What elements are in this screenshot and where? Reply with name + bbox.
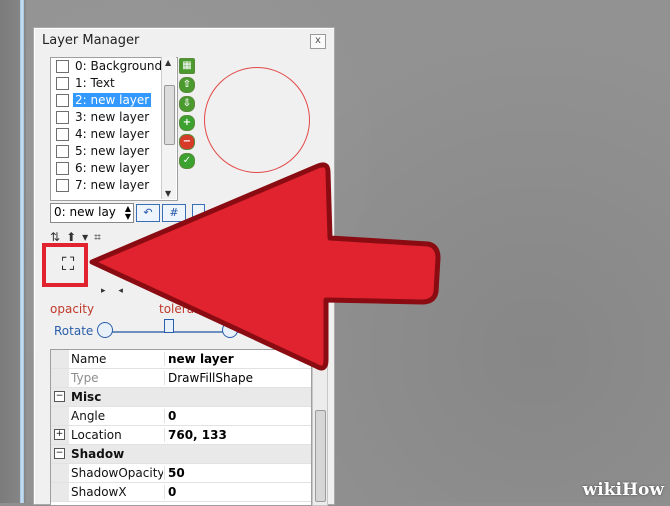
property-name: ShadowOpacity xyxy=(71,466,163,480)
wikihow-watermark: wikiHow xyxy=(582,480,664,500)
layer-row[interactable]: 2: new layer xyxy=(51,92,177,109)
rotate-ccw-button[interactable] xyxy=(97,322,113,338)
arrow-up-green-icon[interactable]: ⇧ xyxy=(179,77,195,93)
layer-row[interactable]: 6: new layer xyxy=(51,160,177,177)
grid-button[interactable]: # xyxy=(162,204,186,222)
collapse-icon[interactable]: − xyxy=(54,448,65,459)
layer-manager-panel: Layer Manager x 0: Background 1: Text 2: n… xyxy=(33,27,335,506)
rotate-label: Rotate xyxy=(54,324,94,338)
layer-label: 6: new layer xyxy=(75,161,150,175)
tab-arrow-right-icon[interactable]: ▸ xyxy=(101,286,106,296)
property-grid-scrollbar[interactable] xyxy=(312,349,328,506)
plus-green-icon[interactable]: + xyxy=(179,115,195,131)
property-value[interactable]: 760, 133 xyxy=(164,428,227,442)
property-name: Shadow xyxy=(71,447,125,461)
scroll-down-icon[interactable]: ▼ xyxy=(165,189,171,198)
property-value[interactable]: 0 xyxy=(164,485,176,499)
property-grid-scroll-thumb[interactable] xyxy=(315,410,326,502)
layer-label: 5: new layer xyxy=(75,144,150,158)
minus-red-icon[interactable]: − xyxy=(179,134,195,150)
rotate-slider-thumb[interactable] xyxy=(164,319,174,333)
checkbox-icon[interactable] xyxy=(192,204,205,222)
property-row[interactable]: + Location 760, 133 xyxy=(51,426,311,445)
layer-label: 2: new layer xyxy=(73,93,152,107)
layer-row[interactable]: 3: new layer xyxy=(51,109,177,126)
panel-title: Layer Manager xyxy=(42,33,140,48)
property-value[interactable]: 0 xyxy=(164,409,176,423)
property-name: Angle xyxy=(71,409,106,423)
layer-visibility-checkbox[interactable] xyxy=(56,77,69,90)
spinner-arrows-icon[interactable]: ▲ ▼ xyxy=(125,205,131,221)
row-gutter xyxy=(51,483,69,501)
collapse-icon[interactable]: − xyxy=(54,391,65,402)
layer-label: 4: new layer xyxy=(75,127,150,141)
property-row[interactable]: Name new layer xyxy=(51,350,311,369)
layer-label: 0: Background xyxy=(75,59,163,73)
row-gutter xyxy=(51,407,69,425)
layer-list-scrollbar[interactable]: ▲ ▼ xyxy=(161,57,176,199)
scroll-thumb[interactable] xyxy=(164,85,175,145)
toolbar-icon[interactable]: ▾ xyxy=(82,230,88,244)
layer-label: 1: Text xyxy=(75,76,115,90)
property-row[interactable]: ShadowOpacity 50 xyxy=(51,464,311,483)
layer-label: 3: new layer xyxy=(75,110,150,124)
layer-visibility-checkbox[interactable] xyxy=(56,162,69,175)
close-button[interactable]: x xyxy=(310,34,326,49)
grid-green-icon[interactable]: ▦ xyxy=(179,58,195,74)
layer-visibility-checkbox[interactable] xyxy=(56,111,69,124)
property-name: Type xyxy=(71,371,99,385)
property-row[interactable]: ShadowX 0 xyxy=(51,483,311,502)
row-gutter xyxy=(51,350,69,368)
opacity-label: opacity xyxy=(50,302,95,316)
layer-row[interactable]: 7: new layer xyxy=(51,177,177,194)
property-name: Location xyxy=(71,428,122,442)
toolbar-icon[interactable]: ⇅ xyxy=(50,230,60,244)
tolerance-label: tolerance xyxy=(159,302,216,316)
layer-visibility-checkbox[interactable] xyxy=(56,179,69,192)
scroll-up-icon[interactable]: ▲ xyxy=(165,58,171,67)
layer-tool-column: ▦ ⇧ ⇩ + − ✓ xyxy=(179,58,195,172)
arrow-down-green-icon[interactable]: ⇩ xyxy=(179,96,195,112)
property-value[interactable]: DrawFillShape xyxy=(164,371,253,385)
layer-visibility-checkbox[interactable] xyxy=(56,94,69,107)
layer-visibility-checkbox[interactable] xyxy=(56,128,69,141)
layer-visibility-checkbox[interactable] xyxy=(56,60,69,73)
toolbar-icon[interactable]: ⬆ xyxy=(66,230,76,244)
property-name: ShadowX xyxy=(71,485,127,499)
layer-row[interactable]: 0: Background xyxy=(51,58,177,75)
layer-row[interactable]: 4: new layer xyxy=(51,126,177,143)
row-gutter xyxy=(51,464,69,482)
layer-preview-circle xyxy=(204,67,310,173)
expand-icon[interactable]: + xyxy=(54,429,65,440)
property-row[interactable]: Angle 0 xyxy=(51,407,311,426)
layer-list: 0: Background 1: Text 2: new layer 3: new l… xyxy=(50,57,178,201)
property-row[interactable]: Type DrawFillShape xyxy=(51,369,311,388)
property-name: Name xyxy=(71,352,107,366)
highlight-box xyxy=(42,243,88,287)
layer-select-value: 0: new lay xyxy=(54,205,116,219)
sub-tab-arrows[interactable]: ▸ ◂ xyxy=(101,286,133,296)
check-green-icon[interactable]: ✓ xyxy=(179,153,195,169)
undo-button[interactable]: ↶ xyxy=(136,204,160,222)
property-grid: Name new layer Type DrawFillShape − Misc Angle… xyxy=(50,349,312,506)
row-gutter xyxy=(51,369,69,387)
left-blue-border xyxy=(20,0,24,503)
property-category[interactable]: − Shadow xyxy=(51,445,311,464)
property-category[interactable]: − Misc xyxy=(51,388,311,407)
tab-arrow-left-icon[interactable]: ◂ xyxy=(118,286,123,296)
layer-label: 7: new layer xyxy=(75,178,150,192)
property-value[interactable]: 50 xyxy=(164,466,185,480)
layer-row[interactable]: 1: Text xyxy=(51,75,177,92)
property-name: Misc xyxy=(71,390,102,404)
layer-visibility-checkbox[interactable] xyxy=(56,145,69,158)
layer-row[interactable]: 5: new layer xyxy=(51,143,177,160)
property-value[interactable]: new layer xyxy=(164,352,234,366)
layer-select-spinner[interactable]: 0: new lay ▲ ▼ xyxy=(50,203,134,223)
rotate-slider-track[interactable] xyxy=(102,331,302,333)
toolbar-icon[interactable]: ⌗ xyxy=(94,230,101,245)
rotate-cw-button[interactable] xyxy=(222,322,238,338)
